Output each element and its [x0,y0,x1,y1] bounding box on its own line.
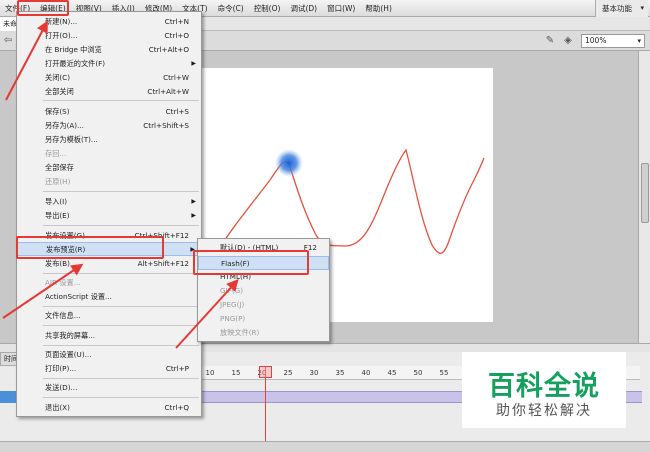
arrow-icon [175,279,239,349]
annotation-arrows [2,20,239,349]
arrow-icon [5,20,48,101]
arrow-icon [2,263,84,319]
